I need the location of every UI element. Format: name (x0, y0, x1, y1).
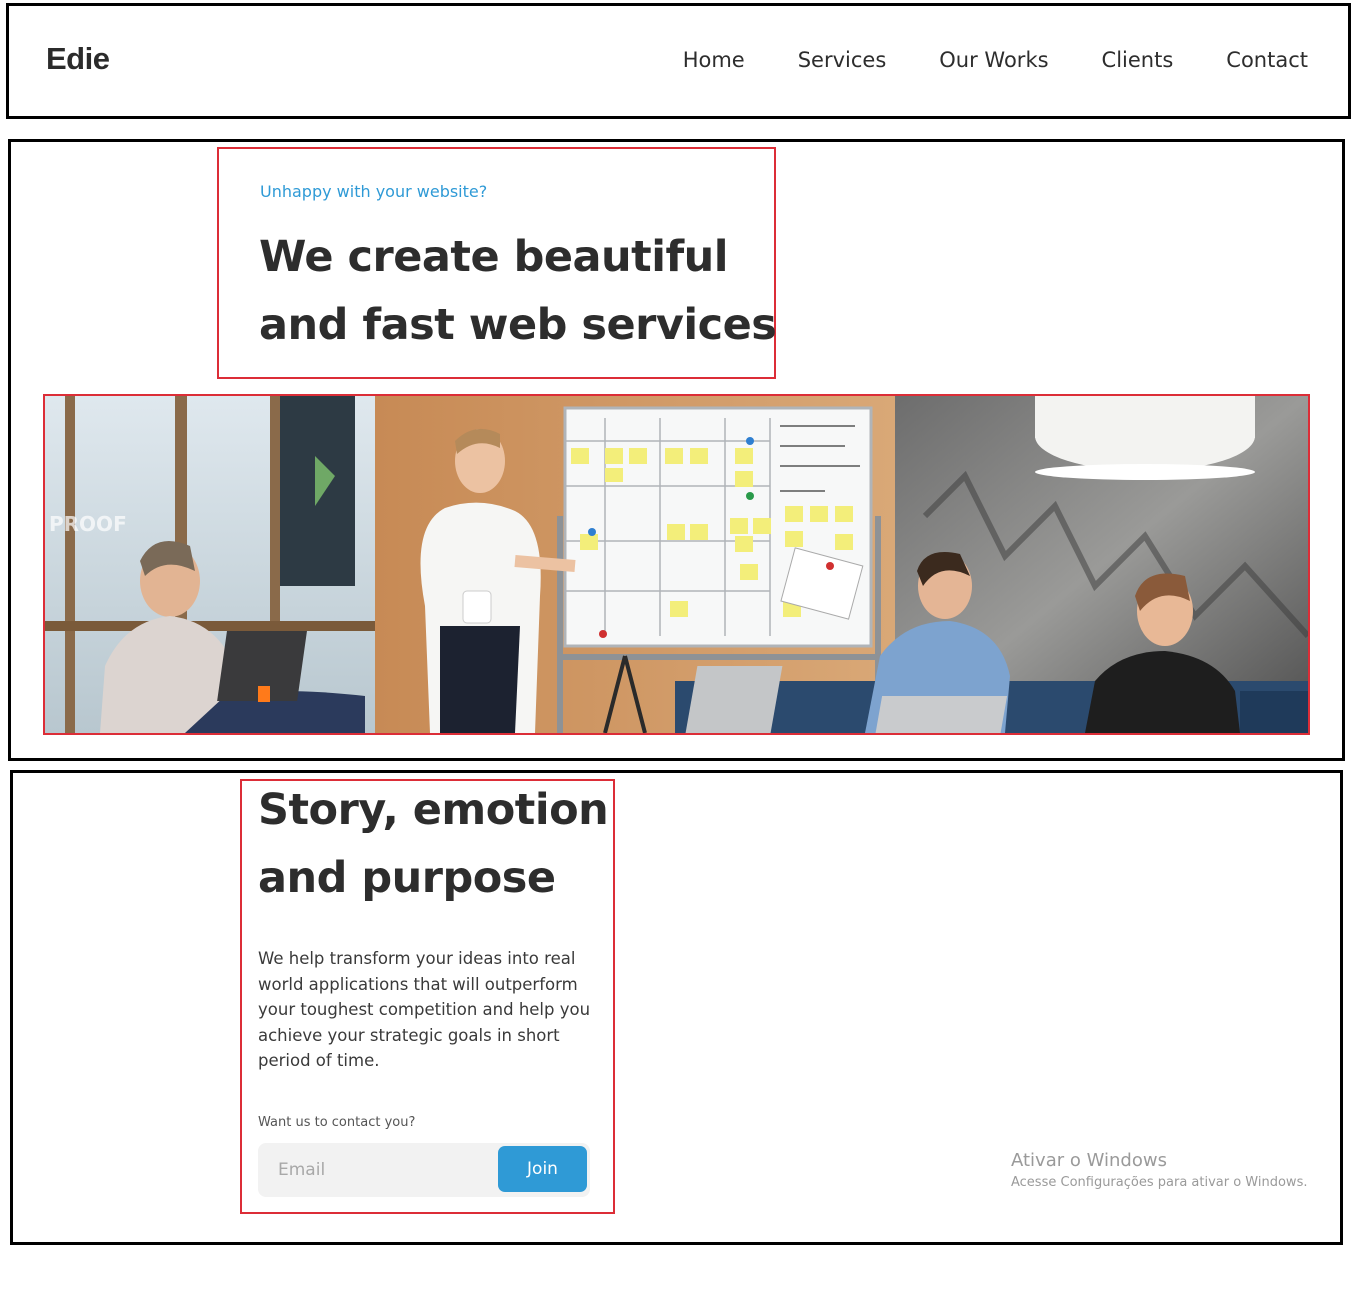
nav-contact[interactable]: Contact (1226, 48, 1308, 72)
hero-title: We create beautiful and fast web service… (259, 223, 779, 359)
hero-image: PROOF (43, 394, 1310, 735)
join-button[interactable]: Join (498, 1146, 587, 1192)
watermark-subtitle: Acesse Configurações para ativar o Windo… (1011, 1175, 1308, 1190)
nav-our-works[interactable]: Our Works (939, 48, 1048, 72)
brand-logo[interactable]: Edie (46, 41, 110, 77)
story-title-line-2: and purpose (258, 853, 556, 903)
story-description: We help transform your ideas into real w… (258, 949, 591, 1070)
nav-services[interactable]: Services (798, 48, 887, 72)
hero-title-line-1: We create beautiful (259, 232, 729, 282)
svg-text:PROOF: PROOF (49, 512, 127, 536)
windows-activation-watermark: Ativar o Windows Acesse Configurações pa… (1011, 1149, 1307, 1193)
main-nav: Home Services Our Works Clients Contact (630, 48, 1308, 72)
hero-text-block: Unhappy with your website? We create bea… (217, 147, 779, 379)
team-meeting-photo: PROOF (45, 396, 1308, 733)
hero-section: Unhappy with your website? We create bea… (8, 139, 1345, 761)
watermark-title: Ativar o Windows (1011, 1150, 1167, 1171)
story-title-line-1: Story, emotion (258, 785, 609, 835)
hero-eyebrow: Unhappy with your website? (260, 182, 488, 201)
email-signup-form: Join (258, 1143, 590, 1197)
story-section: Story, emotion and purpose We help trans… (10, 770, 1343, 1245)
contact-prompt: Want us to contact you? (258, 1115, 416, 1130)
story-text-block: Story, emotion and purpose We help trans… (240, 779, 615, 1214)
email-input[interactable] (258, 1143, 496, 1197)
nav-home[interactable]: Home (683, 48, 745, 72)
story-title: Story, emotion and purpose (258, 776, 618, 912)
hero-title-line-2: and fast web services (259, 300, 777, 350)
nav-clients[interactable]: Clients (1102, 48, 1174, 72)
site-header: Edie Home Services Our Works Clients Con… (6, 3, 1351, 119)
